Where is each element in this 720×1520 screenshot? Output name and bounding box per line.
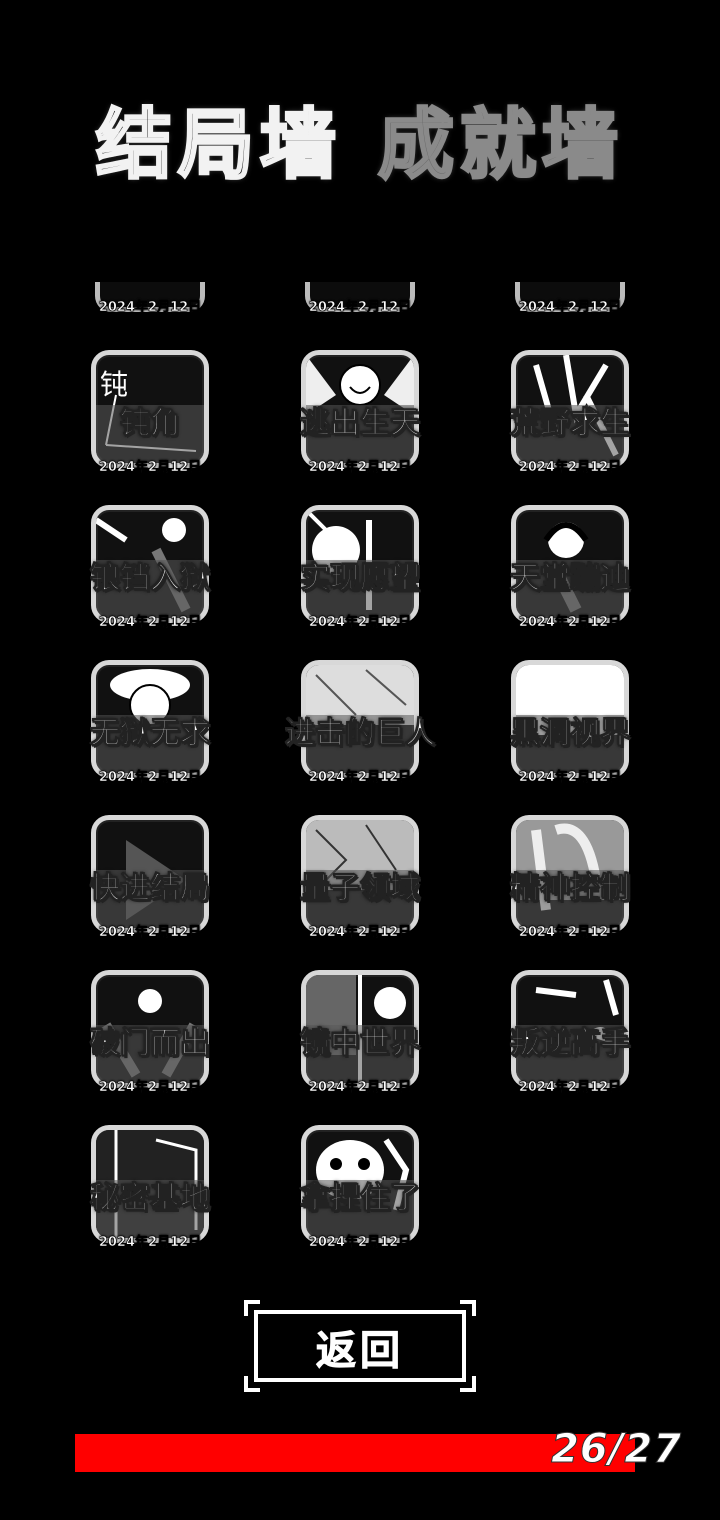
ending-date: 2024年2月12日 bbox=[308, 925, 412, 941]
ending-card[interactable]: 荒野求生 2024年2月12日 bbox=[495, 350, 645, 490]
ending-card[interactable]: 钝钝角 2024年2月12日 bbox=[75, 350, 225, 490]
ending-title: 精神控制 bbox=[510, 871, 631, 907]
ending-date: 2024年2月12日 bbox=[518, 1080, 622, 1096]
ending-date: 2024年2月12日 bbox=[98, 615, 202, 631]
ending-title: 秘密基地 bbox=[90, 1181, 211, 1217]
ending-date: 2024年2月12日 bbox=[98, 925, 202, 941]
ending-date: 2024年2月12日 bbox=[308, 1235, 412, 1251]
ending-card[interactable]: 量子领域 2024年2月12日 bbox=[285, 815, 435, 955]
ending-card[interactable]: 天堂蹦迪 2024年2月12日 bbox=[495, 505, 645, 645]
ending-date: 2024年2月12日 bbox=[518, 300, 622, 316]
ending-card[interactable]: 黑洞视界 2024年2月12日 bbox=[495, 660, 645, 800]
ending-date: 2024年2月12日 bbox=[518, 615, 622, 631]
wall-tabs: 结局墙 成就墙 bbox=[0, 88, 720, 191]
ending-title: 无狱无求 bbox=[90, 716, 211, 752]
ending-title: 锒铛入狱 bbox=[90, 561, 211, 597]
ending-title: 拿捏住了 bbox=[300, 1181, 421, 1217]
back-button-label: 返回 bbox=[316, 1328, 404, 1375]
ending-title: 快进结局 bbox=[90, 871, 211, 907]
ending-date: 2024年2月12日 bbox=[308, 615, 412, 631]
progress-fill bbox=[75, 1434, 615, 1472]
ending-card[interactable]: 逃出生天 2024年2月12日 bbox=[285, 350, 435, 490]
ending-title: 叛逆高手 bbox=[510, 1026, 631, 1062]
endings-grid[interactable]: 2024年2月12日 2024年2月12日 2024年2月12日 钝钝角 2024… bbox=[0, 282, 720, 1272]
ending-date: 2024年2月12日 bbox=[308, 1080, 412, 1096]
ending-card[interactable]: 精神控制 2024年2月12日 bbox=[495, 815, 645, 955]
tab-achievements-wall[interactable]: 成就墙 bbox=[377, 83, 624, 193]
ending-card[interactable]: 秘密基地 2024年2月12日 bbox=[75, 1125, 225, 1265]
ending-card-partial[interactable]: 2024年2月12日 bbox=[285, 282, 435, 320]
ending-title: 实现愿望 bbox=[300, 561, 421, 597]
ending-date: 2024年2月12日 bbox=[308, 300, 412, 316]
ending-card[interactable]: 拿捏住了 2024年2月12日 bbox=[285, 1125, 435, 1265]
ending-title: 量子领域 bbox=[300, 871, 421, 907]
ending-date: 2024年2月12日 bbox=[308, 460, 412, 476]
ending-card[interactable]: 无狱无求 2024年2月12日 bbox=[75, 660, 225, 800]
ending-title: 荒野求生 bbox=[510, 406, 631, 442]
ending-title: 破门而出 bbox=[90, 1026, 211, 1062]
ending-card[interactable]: 破门而出 2024年2月12日 bbox=[75, 970, 225, 1110]
tab-endings-wall[interactable]: 结局墙 bbox=[95, 83, 342, 193]
ending-date: 2024年2月12日 bbox=[98, 1080, 202, 1096]
ending-card[interactable]: 实现愿望 2024年2月12日 bbox=[285, 505, 435, 645]
ending-date: 2024年2月12日 bbox=[308, 770, 412, 786]
ending-date: 2024年2月12日 bbox=[518, 925, 622, 941]
ending-card-partial[interactable]: 2024年2月12日 bbox=[75, 282, 225, 320]
ending-title: 进击的巨人 bbox=[285, 716, 436, 752]
ending-title: 镜中世界 bbox=[300, 1026, 421, 1062]
ending-title: 逃出生天 bbox=[300, 406, 421, 442]
partial-row: 2024年2月12日 2024年2月12日 2024年2月12日 bbox=[0, 282, 720, 322]
ending-date: 2024年2月12日 bbox=[518, 770, 622, 786]
ending-card[interactable]: 进击的巨人 2024年2月12日 bbox=[285, 660, 436, 800]
ending-art-text: 钝 bbox=[100, 368, 129, 401]
ending-card[interactable]: 叛逆高手 2024年2月12日 bbox=[495, 970, 645, 1110]
ending-card[interactable]: 快进结局 2024年2月12日 bbox=[75, 815, 225, 955]
ending-date: 2024年2月12日 bbox=[98, 770, 202, 786]
ending-title: 钝角 bbox=[120, 406, 181, 442]
ending-date: 2024年2月12日 bbox=[98, 300, 202, 316]
ending-card[interactable]: 锒铛入狱 2024年2月12日 bbox=[75, 505, 225, 645]
ending-title: 天堂蹦迪 bbox=[510, 561, 631, 597]
ending-card[interactable]: 镜中世界 2024年2月12日 bbox=[285, 970, 435, 1110]
back-button[interactable]: 返回 bbox=[244, 1300, 476, 1392]
ending-date: 2024年2月12日 bbox=[98, 1235, 202, 1251]
ending-card-partial[interactable]: 2024年2月12日 bbox=[495, 282, 645, 320]
ending-date: 2024年2月12日 bbox=[98, 460, 202, 476]
ending-date: 2024年2月12日 bbox=[518, 460, 622, 476]
progress-count: 26/27 bbox=[551, 1426, 682, 1473]
ending-title: 黑洞视界 bbox=[510, 716, 631, 752]
